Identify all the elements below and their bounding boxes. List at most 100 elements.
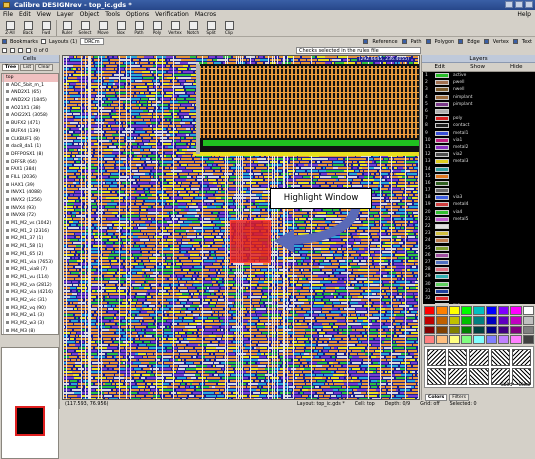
- zoom-all-button[interactable]: Z-All: [2, 19, 18, 37]
- layer-row[interactable]: 14: [423, 165, 535, 172]
- layer-color-swatch[interactable]: [435, 195, 449, 200]
- layer-row[interactable]: 9metal1: [423, 130, 535, 137]
- poly-button[interactable]: Poly: [149, 19, 165, 37]
- layer-color-swatch[interactable]: [435, 116, 449, 121]
- layer-color-swatch[interactable]: [435, 80, 449, 85]
- fill-pattern-swatch[interactable]: [491, 349, 510, 366]
- layer-row[interactable]: 26: [423, 252, 535, 259]
- layer-row[interactable]: 2pwell: [423, 79, 535, 86]
- menu-edit[interactable]: Edit: [19, 10, 31, 19]
- color-swatch[interactable]: [510, 316, 521, 325]
- fill-pattern-swatch[interactable]: [469, 349, 488, 366]
- drc-dropdown[interactable]: DRCm: [80, 38, 103, 45]
- cell-tree-item[interactable]: M3_M2_w3 (3): [2, 320, 58, 328]
- cell-tree-item[interactable]: INVX4 (93): [2, 205, 58, 213]
- layer-row[interactable]: 17: [423, 187, 535, 194]
- layer-row[interactable]: 15: [423, 173, 535, 180]
- vertex-button[interactable]: Vertex: [167, 19, 183, 37]
- hide-column-button[interactable]: Hide: [510, 63, 523, 71]
- color-swatch[interactable]: [473, 326, 484, 335]
- menu-verification[interactable]: Verification: [155, 10, 189, 19]
- minimize-button[interactable]: [505, 1, 513, 8]
- layer-row[interactable]: 8contact: [423, 122, 535, 129]
- cell-tree-item[interactable]: top: [2, 74, 58, 82]
- layer-row[interactable]: 28: [423, 266, 535, 273]
- layer-row[interactable]: 24: [423, 237, 535, 244]
- notch-button[interactable]: Notch: [185, 19, 201, 37]
- color-swatch[interactable]: [473, 335, 484, 344]
- color-swatch[interactable]: [436, 335, 447, 344]
- layer-color-swatch[interactable]: [435, 274, 449, 279]
- layer-color-swatch[interactable]: [435, 289, 449, 294]
- back-button[interactable]: Back: [20, 19, 36, 37]
- layer-color-swatch[interactable]: [435, 138, 449, 143]
- color-swatch[interactable]: [461, 306, 472, 315]
- color-swatch[interactable]: [510, 335, 521, 344]
- menu-macros[interactable]: Macros: [195, 10, 216, 19]
- prev-result-icon[interactable]: [2, 48, 7, 53]
- layer-row[interactable]: 23: [423, 230, 535, 237]
- color-swatch[interactable]: [461, 316, 472, 325]
- color-swatch[interactable]: [486, 335, 497, 344]
- layer-color-swatch[interactable]: [435, 131, 449, 136]
- move-button[interactable]: Move: [95, 19, 111, 37]
- split-button[interactable]: Split: [203, 19, 219, 37]
- cell-tree-item[interactable]: M2_M1_via8 (7): [2, 266, 58, 274]
- color-swatch[interactable]: [486, 316, 497, 325]
- select-button[interactable]: Select: [77, 19, 93, 37]
- cell-tree-item[interactable]: HAX1 (39): [2, 182, 58, 190]
- layer-row[interactable]: 22: [423, 223, 535, 230]
- layer-row[interactable]: 12via2: [423, 151, 535, 158]
- layer-row[interactable]: 21metal5: [423, 216, 535, 223]
- edit-column-button[interactable]: Edit: [434, 63, 445, 71]
- color-swatch[interactable]: [510, 326, 521, 335]
- color-swatch[interactable]: [424, 306, 435, 315]
- cell-tree-item[interactable]: M2_M1_vu (114): [2, 274, 58, 282]
- fill-pattern-swatch[interactable]: [448, 368, 467, 385]
- color-swatch[interactable]: [436, 306, 447, 315]
- fill-pattern-swatch[interactable]: [448, 349, 467, 366]
- last-result-icon[interactable]: [26, 48, 31, 53]
- layer-color-swatch[interactable]: [435, 231, 449, 236]
- layer-row[interactable]: 7poly: [423, 115, 535, 122]
- layer-row[interactable]: 10via1: [423, 137, 535, 144]
- cell-tree-item[interactable]: BUFX4 (139): [2, 128, 58, 136]
- close-button[interactable]: [525, 1, 533, 8]
- color-swatch[interactable]: [436, 326, 447, 335]
- cell-tree-item[interactable]: M2_M1_2 (2316): [2, 228, 58, 236]
- layer-color-swatch[interactable]: [435, 181, 449, 186]
- maximize-button[interactable]: [515, 1, 523, 8]
- layer-color-swatch[interactable]: [435, 202, 449, 207]
- color-swatch[interactable]: [498, 316, 509, 325]
- layer-row[interactable]: 6: [423, 108, 535, 115]
- layer-row[interactable]: 18via3: [423, 194, 535, 201]
- color-swatch[interactable]: [523, 326, 534, 335]
- menu-view[interactable]: View: [37, 10, 51, 19]
- layer-color-swatch[interactable]: [435, 253, 449, 258]
- cell-tree-item[interactable]: CLKBUF1 (8): [2, 136, 58, 144]
- cell-tree-item[interactable]: AND2X1 (65): [2, 89, 58, 97]
- cell-tree-item[interactable]: M3_M2_vic (31): [2, 297, 58, 305]
- box-button[interactable]: Box: [113, 19, 129, 37]
- layer-row[interactable]: 31: [423, 288, 535, 295]
- layer-row[interactable]: 4nimplant: [423, 94, 535, 101]
- layer-color-swatch[interactable]: [435, 73, 449, 78]
- fill-pattern-swatch[interactable]: [469, 368, 488, 385]
- menu-object[interactable]: Object: [80, 10, 100, 19]
- layer-row[interactable]: rve: [423, 302, 535, 304]
- solid-button[interactable]: Solid: [501, 383, 513, 388]
- color-swatch[interactable]: [449, 306, 460, 315]
- color-swatch[interactable]: [449, 316, 460, 325]
- layer-color-swatch[interactable]: [435, 260, 449, 265]
- layer-color-swatch[interactable]: [435, 109, 449, 114]
- color-swatch[interactable]: [486, 326, 497, 335]
- color-swatch[interactable]: [449, 335, 460, 344]
- cell-tree-item[interactable]: ADC_5bit_m_1: [2, 82, 58, 90]
- polygon-checkbox[interactable]: [426, 39, 431, 44]
- tab-clear[interactable]: Clear: [35, 64, 53, 71]
- color-swatch[interactable]: [523, 335, 534, 344]
- edge-checkbox[interactable]: [458, 39, 463, 44]
- color-swatch[interactable]: [461, 335, 472, 344]
- reference-checkbox[interactable]: [363, 39, 368, 44]
- layer-color-swatch[interactable]: [435, 210, 449, 215]
